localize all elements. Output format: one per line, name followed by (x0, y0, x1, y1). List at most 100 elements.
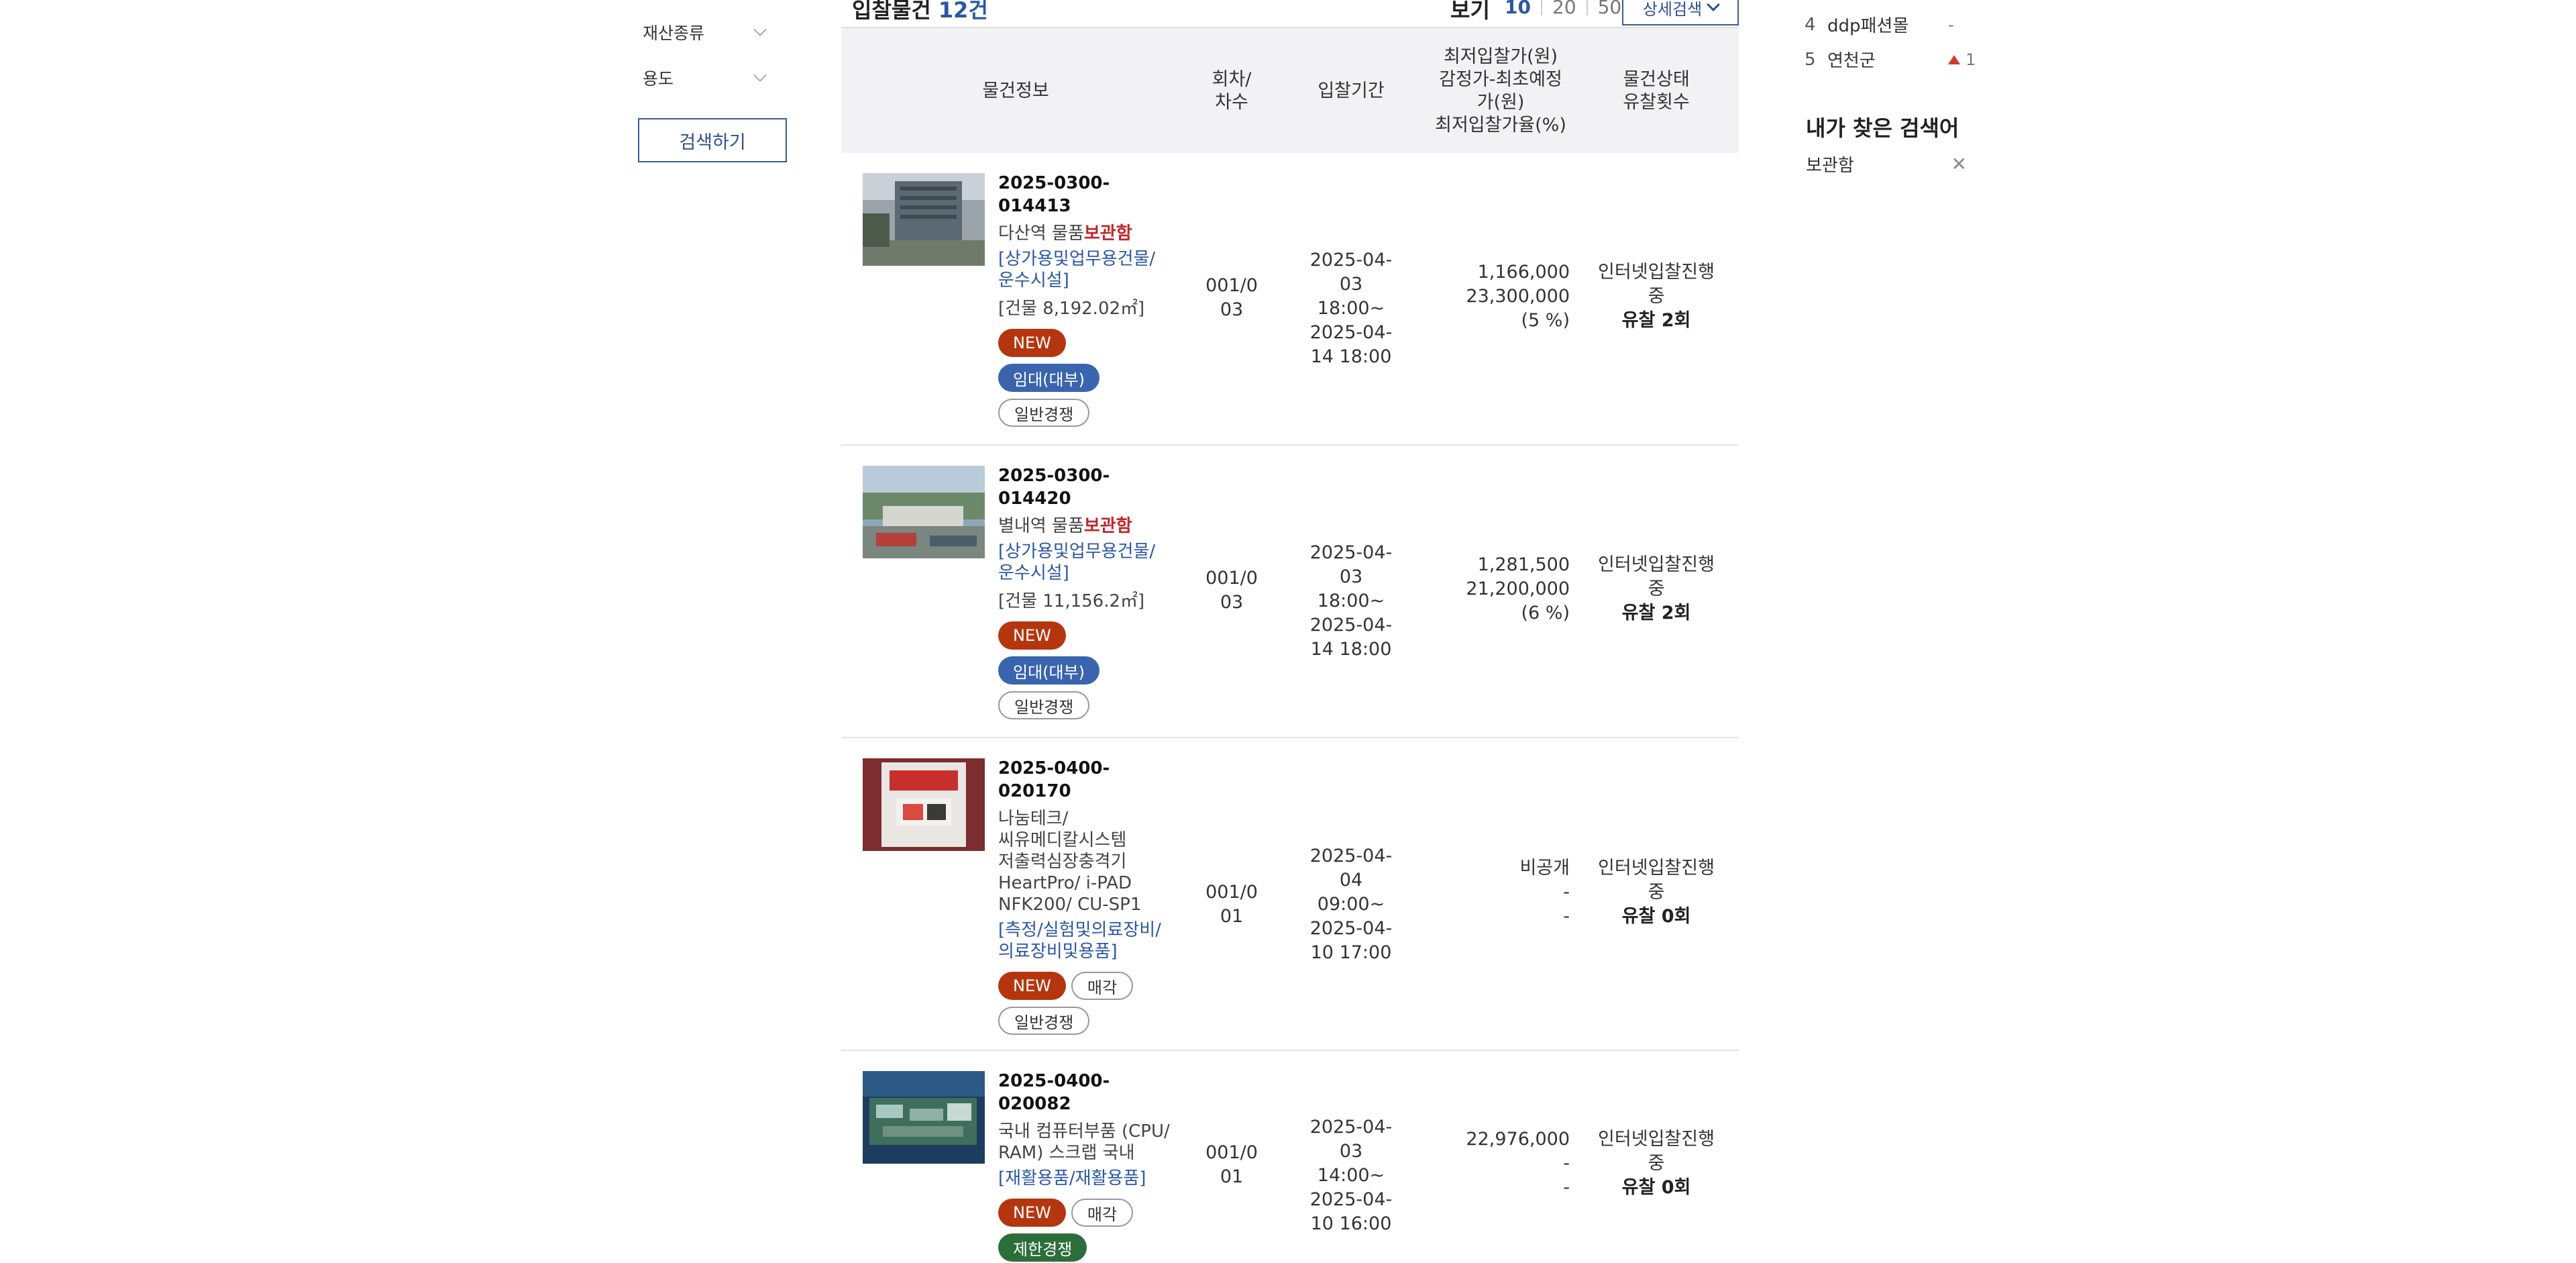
header-status-line1: 물건상태 (1623, 69, 1690, 90)
recent-search-text[interactable]: 보관함 (1806, 152, 1854, 176)
period-line: 10 17:00 (1310, 942, 1392, 963)
fail-count: 유찰 0회 (1621, 1177, 1691, 1198)
property-thumbnail[interactable] (863, 173, 985, 266)
header-info: 물건정보 (982, 81, 1049, 101)
property-name[interactable]: 별내역 물품보관함 (998, 515, 1173, 537)
property-thumbnail[interactable] (863, 758, 985, 851)
status-line: 중 (1648, 882, 1665, 903)
badge-group: NEW 매각 제한경쟁 (998, 1199, 1166, 1262)
lease-badge: 임대(대부) (998, 656, 1100, 685)
header-price: 최저입찰가(원) 감정가-최초예정 가(원) 최저입찰가율(%) (1425, 28, 1576, 154)
keyword-rank: 4 (1805, 14, 1816, 35)
property-info: 2025-0400-020170 나눔테크/ 씨유메디칼시스템 저출력심장충격기… (998, 757, 1173, 1035)
category-line: 의료장비및용품] (998, 942, 1118, 962)
new-badge: NEW (998, 1199, 1066, 1227)
min-bid-rate: (6 %) (1521, 603, 1570, 623)
close-icon[interactable]: ✕ (1951, 153, 1967, 175)
round-line: 001/0 (1205, 1142, 1258, 1163)
table-row[interactable]: 2025-0300-014413 다산역 물품보관함 [상가용및업무용건물/ 운… (841, 153, 1739, 446)
appraisal-price: 23,300,000 (1466, 286, 1570, 307)
category-line: [재활용품/재활용품] (998, 1168, 1146, 1189)
detail-search-button[interactable]: 상세검색 (1622, 0, 1739, 26)
property-thumbnail[interactable] (863, 466, 985, 558)
header-round-line2: 차수 (1215, 92, 1248, 113)
chevron-down-icon (753, 23, 767, 36)
status-line: 중 (1648, 1153, 1665, 1174)
property-category: [측정/실험및의료장비/ 의료장비및용품] (998, 919, 1173, 962)
property-name-line: RAM) 스크랩 국내 (998, 1143, 1135, 1163)
property-thumbnail[interactable] (863, 1071, 985, 1164)
property-name-line: HeartPro/ i-PAD (998, 873, 1132, 893)
property-name-line: 국내 컴퓨터부품 (CPU/ (998, 1121, 1170, 1142)
header-period: 입찰기간 (1318, 81, 1385, 101)
popular-keyword-item[interactable]: 5 연천군 1 (1805, 47, 1976, 72)
property-name-line: 나눔테크/ (998, 809, 1069, 829)
property-name-line: NFK200/ CU-SP1 (998, 895, 1142, 915)
period-line: 2025-04- (1309, 1117, 1393, 1138)
property-type-select[interactable]: 재산종류 (643, 19, 777, 46)
round-line: 001/0 (1205, 568, 1258, 589)
min-bid-price: 1,281,500 (1477, 554, 1570, 575)
period-line: 14 18:00 (1310, 639, 1392, 660)
property-name[interactable]: 다산역 물품보관함 (998, 223, 1173, 244)
sale-badge: 매각 (1071, 972, 1134, 1000)
badge-group: NEW 임대(대부) 일반경쟁 (998, 621, 1166, 719)
popular-keyword-item[interactable]: 4 ddp패션몰 - (1805, 12, 1954, 37)
round-line: 001/0 (1205, 275, 1258, 296)
period-line: 2025-04- (1309, 250, 1393, 270)
chevron-down-icon (1707, 0, 1721, 11)
usage-select[interactable]: 용도 (643, 64, 777, 91)
min-bid-rate: - (1563, 1177, 1570, 1198)
sale-badge: 매각 (1071, 1199, 1134, 1227)
property-name[interactable]: 국내 컴퓨터부품 (CPU/ RAM) 스크랩 국내 (998, 1121, 1173, 1164)
result-count: 12건 (938, 0, 988, 23)
property-type-label: 재산종류 (643, 23, 705, 43)
table-row[interactable]: 2025-0400-020082 국내 컴퓨터부품 (CPU/ RAM) 스크랩… (841, 1051, 1739, 1263)
general-competition-badge: 일반경쟁 (998, 1007, 1090, 1035)
property-category: [상가용및업무용건물/ 운수시설] (998, 541, 1173, 584)
general-competition-badge: 일반경쟁 (998, 691, 1090, 719)
round-cell: 001/0 03 (1197, 274, 1267, 322)
property-name-line: 씨유메디칼시스템 (998, 830, 1127, 850)
period-line: 14 18:00 (1310, 346, 1392, 367)
table-row[interactable]: 2025-0300-014420 별내역 물품보관함 [상가용및업무용건물/ 운… (841, 446, 1739, 738)
header-status: 물건상태 유찰횟수 (1586, 28, 1727, 154)
table-row[interactable]: 2025-0400-020170 나눔테크/ 씨유메디칼시스템 저출력심장충격기… (841, 738, 1739, 1051)
appraisal-price: - (1563, 1153, 1570, 1174)
property-category: [상가용및업무용건물/ 운수시설] (998, 248, 1173, 291)
category-line: [상가용및업무용건물/ (998, 249, 1156, 269)
page-size-10[interactable]: 10 (1495, 0, 1541, 18)
property-name-line: 저출력심장충격기 (998, 852, 1127, 872)
period-cell: 2025-04- 03 18:00~ 2025-04- 14 18:00 (1304, 248, 1398, 369)
status-cell: 인터넷입찰진행 중 유찰 0회 (1586, 856, 1727, 929)
property-number[interactable]: 2025-0400-020170 (998, 757, 1173, 803)
round-line: 01 (1220, 1166, 1244, 1187)
header-round: 회차/ 차수 (1197, 28, 1267, 154)
min-bid-price: 비공개 (1519, 858, 1570, 878)
page-size-20[interactable]: 20 (1542, 0, 1587, 18)
search-highlight: 보관함 (1083, 516, 1132, 536)
recent-search-item[interactable]: 보관함 ✕ (1806, 152, 1967, 176)
header-price-line4: 최저입찰가율(%) (1435, 115, 1566, 136)
appraisal-price: 21,200,000 (1466, 578, 1570, 599)
round-cell: 001/0 01 (1197, 1141, 1267, 1189)
property-number[interactable]: 2025-0400-020082 (998, 1070, 1173, 1115)
detail-search-label: 상세검색 (1642, 0, 1703, 19)
property-name[interactable]: 나눔테크/ 씨유메디칼시스템 저출력심장충격기 HeartPro/ i-PAD … (998, 808, 1173, 915)
property-number[interactable]: 2025-0300-014420 (998, 464, 1173, 510)
round-line: 001/0 (1205, 882, 1258, 903)
property-category: [재활용품/재활용품] (998, 1168, 1173, 1189)
status-cell: 인터넷입찰진행 중 유찰 0회 (1586, 1127, 1727, 1200)
period-line: 04 09:00~ (1317, 870, 1385, 915)
new-badge: NEW (998, 621, 1066, 650)
property-number[interactable]: 2025-0300-014413 (998, 172, 1173, 217)
list-title-label: 입찰물건 (852, 0, 931, 23)
status-line: 인터넷입찰진행 (1598, 1129, 1715, 1150)
keyword-rank: 5 (1805, 49, 1816, 70)
search-button[interactable]: 검색하기 (638, 118, 787, 162)
period-line: 10 16:00 (1310, 1213, 1392, 1234)
status-line: 인터넷입찰진행 (1598, 554, 1715, 575)
period-line: 2025-04- (1309, 1189, 1393, 1210)
table-header: 물건정보 회차/ 차수 입찰기간 최저입찰가(원) 감정가-최초예정 가(원) … (841, 27, 1739, 153)
lease-badge: 임대(대부) (998, 364, 1100, 392)
